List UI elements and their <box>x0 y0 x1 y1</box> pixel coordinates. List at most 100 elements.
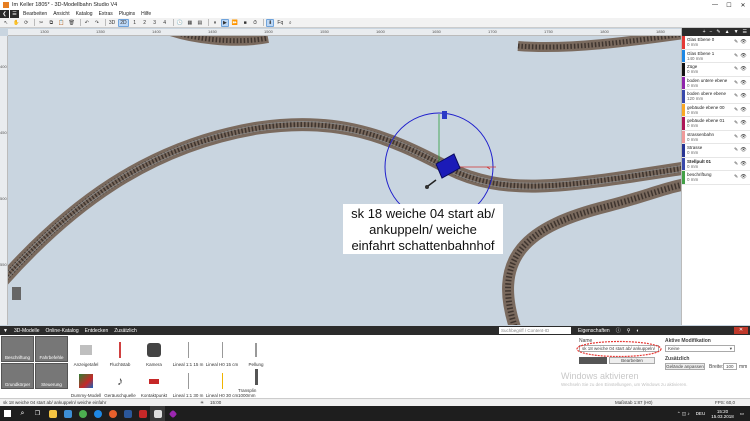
catalog-item[interactable]: Lineal 1:1 15 m <box>170 336 206 367</box>
edit-layer-icon[interactable]: ✎ <box>734 134 738 140</box>
move-down-icon[interactable]: ▼ <box>734 29 739 35</box>
edit-button[interactable]: Bearbeiten <box>609 357 655 364</box>
grid-icon[interactable]: ▦ <box>186 19 194 27</box>
back-icon[interactable]: ❮ <box>0 10 9 18</box>
task-view-icon[interactable]: ❐ <box>30 406 45 421</box>
menu-katalog[interactable]: Katalog <box>76 11 93 17</box>
layout-canvas[interactable] <box>8 36 681 325</box>
gem-app-icon[interactable] <box>165 406 180 421</box>
layer-row[interactable]: Glas Ebene 00 mm ✎ 👁 <box>682 36 750 50</box>
edit-layer-icon[interactable]: ✎ <box>734 120 738 126</box>
download-icon[interactable]: ⬇ <box>266 18 275 27</box>
menu-hilfe[interactable]: Hilfe <box>141 11 151 17</box>
color-swatch[interactable] <box>579 357 607 364</box>
page-4-button[interactable]: 4 <box>161 19 169 27</box>
remove-layer-icon[interactable]: − <box>709 29 712 35</box>
page-3-button[interactable]: 3 <box>151 19 159 27</box>
zoom-button[interactable]: Fq <box>276 19 284 27</box>
close-panel-button[interactable]: ✕ <box>734 327 748 334</box>
chrome-icon[interactable] <box>75 406 90 421</box>
visibility-icon[interactable]: 👁 <box>740 39 746 45</box>
pause-icon[interactable]: ⏸ <box>211 19 219 27</box>
fit-terrain-button[interactable]: Gelände anpassen <box>665 363 705 370</box>
layer-row[interactable]: Stellpult 01 0 mm ✎ 👁 <box>682 157 750 171</box>
breadcrumb-3d-modelle[interactable]: 3D-Modelle <box>14 328 40 334</box>
width-field[interactable]: 100 <box>723 363 737 370</box>
breadcrumb-online-katalog[interactable]: Online-Katalog <box>46 328 79 334</box>
breadcrumb-entdecken[interactable]: Entdecken <box>85 328 109 334</box>
catalog-collapse-icon[interactable]: ▼ <box>3 328 8 334</box>
category-grundkoerper[interactable]: Grundkörper <box>1 363 34 389</box>
visibility-icon[interactable]: 👁 <box>740 66 746 72</box>
add-layer-icon[interactable]: + <box>703 29 706 35</box>
clock[interactable]: 15:20 15.03.2018 <box>711 409 734 419</box>
visibility-icon[interactable]: 👁 <box>740 134 746 140</box>
word-icon[interactable] <box>120 406 135 421</box>
cut-icon[interactable]: ✂ <box>37 19 45 27</box>
catalog-item[interactable]: Lineal H0 15 cm <box>204 336 240 367</box>
palette-icon[interactable]: ◐ <box>636 328 639 334</box>
menu-plugins[interactable]: Plugins <box>119 11 135 17</box>
track-lower[interactable] <box>502 178 681 325</box>
language-indicator[interactable]: DEU <box>696 411 706 416</box>
layer-row[interactable]: Strasse 0 mm ✎ 👁 <box>682 144 750 158</box>
catalog-item[interactable]: Kontaktpunkt <box>136 367 172 398</box>
layer-row[interactable]: boden untere ebene 0 mm ✎ 👁 <box>682 76 750 90</box>
catalog-item[interactable]: Lineal H0 30 cm <box>204 367 240 398</box>
catalog-item[interactable]: Fluchtstab <box>102 336 138 367</box>
visibility-icon[interactable]: 👁 <box>740 174 746 180</box>
catalog-search-input[interactable]: Suchbegriff / Content-ID <box>499 327 571 334</box>
catalog-item[interactable]: Pellung <box>238 336 274 367</box>
edit-layer-icon[interactable]: ✎ <box>734 174 738 180</box>
modellbahn-app-icon[interactable] <box>150 406 165 421</box>
menu-icon[interactable]: ☰ <box>10 10 19 18</box>
layer-row[interactable]: gebäude ebene 01 0 mm ✎ 👁 <box>682 117 750 131</box>
tray-icons[interactable]: ⌃ ◫ ♪ <box>677 411 690 417</box>
minimize-button[interactable]: — <box>708 2 722 9</box>
rotate-icon[interactable]: ⟳ <box>22 19 30 27</box>
timer-icon[interactable]: ⏱ <box>251 19 259 27</box>
layer-row[interactable]: Glas Ebene 1 140 mm ✎ 👁 <box>682 49 750 63</box>
search-icon[interactable]: ⌕ <box>15 406 30 421</box>
category-steuerung[interactable]: Steuerung <box>35 363 68 389</box>
visibility-icon[interactable]: 👁 <box>740 161 746 167</box>
layer-row[interactable]: strassenbahn 0 mm ✎ 👁 <box>682 130 750 144</box>
file-explorer-icon[interactable] <box>45 406 60 421</box>
edit-layer-icon[interactable]: ✎ <box>734 147 738 153</box>
app-red-icon[interactable] <box>135 406 150 421</box>
category-fahrbefehle[interactable]: Fahrbefehle <box>35 336 68 362</box>
menu-bearbeiten[interactable]: Bearbeiten <box>23 11 47 17</box>
layer-row[interactable]: beschriftung 0 mm ✎ 👁 <box>682 171 750 185</box>
clock-icon[interactable]: 🕒 <box>176 19 184 27</box>
visibility-icon[interactable]: 👁 <box>740 147 746 153</box>
notifications-icon[interactable]: ▭ <box>740 411 744 417</box>
catalog-item[interactable]: Kamera <box>136 336 172 367</box>
visibility-icon[interactable]: 👁 <box>740 93 746 99</box>
z-handle[interactable] <box>442 111 447 119</box>
move-up-icon[interactable]: ▲ <box>725 29 730 35</box>
maximize-button[interactable]: ☐ <box>722 2 736 9</box>
edit-layer-icon[interactable]: ✎ <box>734 80 738 86</box>
delete-icon[interactable]: 🗑 <box>67 19 75 27</box>
select-arrow-icon[interactable]: ↖ <box>2 19 10 27</box>
breadcrumb-zusaetzlich[interactable]: Zusätzlich <box>114 328 137 334</box>
category-beschriftung[interactable]: Beschriftung <box>1 336 34 362</box>
visibility-icon[interactable]: 👁 <box>740 120 746 126</box>
catalog-item[interactable]: Dummy-Modell <box>68 367 104 398</box>
info-icon[interactable]: ⓘ <box>616 327 621 334</box>
catalog-item[interactable]: Transplin 1000mm <box>238 367 274 398</box>
firefox-icon[interactable] <box>105 406 120 421</box>
stop-icon[interactable]: ■ <box>241 19 249 27</box>
view-2d-button[interactable]: 2D <box>118 18 129 27</box>
menu-extras[interactable]: Extras <box>99 11 113 17</box>
close-button[interactable]: ✕ <box>736 2 750 9</box>
fast-forward-icon[interactable]: ⏩ <box>231 19 239 27</box>
page-2-button[interactable]: 2 <box>141 19 149 27</box>
edit-layer-icon[interactable]: ✎ <box>716 29 720 35</box>
windows-start-icon[interactable] <box>0 406 15 421</box>
visibility-icon[interactable]: 👁 <box>740 80 746 86</box>
edit-layer-icon[interactable]: ✎ <box>734 161 738 167</box>
undo-icon[interactable]: ↶ <box>83 19 91 27</box>
search-icon[interactable]: ⌕ <box>286 19 294 27</box>
catalog-item[interactable]: ♪ Geräuschquelle <box>102 367 138 398</box>
